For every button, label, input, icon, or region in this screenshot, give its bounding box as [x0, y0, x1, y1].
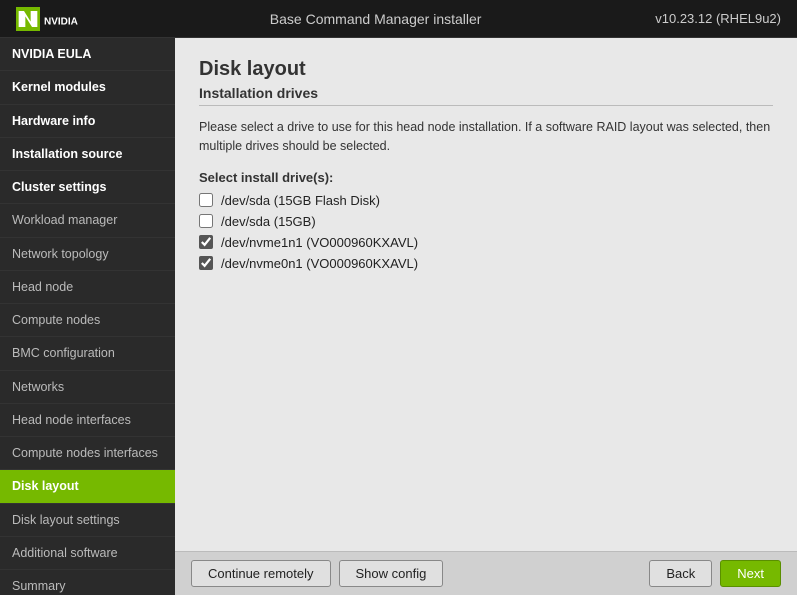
drive-checkbox-nvme0n1[interactable] — [199, 256, 213, 270]
sidebar-item-hardware-info[interactable]: Hardware info — [0, 105, 175, 138]
description-text: Please select a drive to use for this he… — [199, 118, 773, 156]
next-button[interactable]: Next — [720, 560, 781, 587]
nvidia-logo-icon: NVIDIA — [16, 7, 96, 31]
sidebar-item-nvidia-eula[interactable]: NVIDIA EULA — [0, 38, 175, 71]
drive-item-nvme0n1: /dev/nvme0n1 (VO000960KXAVL) — [199, 256, 773, 271]
drive-label-sda: /dev/sda (15GB) — [221, 214, 316, 229]
sidebar-item-kernel-modules[interactable]: Kernel modules — [0, 71, 175, 104]
continue-remotely-button[interactable]: Continue remotely — [191, 560, 331, 587]
header: NVIDIA Base Command Manager installer v1… — [0, 0, 797, 38]
drive-list: /dev/sda (15GB Flash Disk) /dev/sda (15GB… — [199, 193, 773, 271]
sidebar-item-workload-manager[interactable]: Workload manager — [0, 204, 175, 237]
sidebar-item-head-node-interfaces[interactable]: Head node interfaces — [0, 404, 175, 437]
drive-label-sda-flash: /dev/sda (15GB Flash Disk) — [221, 193, 380, 208]
drive-checkbox-nvme1n1[interactable] — [199, 235, 213, 249]
sidebar-item-bmc-configuration[interactable]: BMC configuration — [0, 337, 175, 370]
page-title: Disk layout — [199, 58, 773, 81]
sidebar-item-installation-source[interactable]: Installation source — [0, 138, 175, 171]
back-button[interactable]: Back — [649, 560, 712, 587]
sidebar-item-network-topology[interactable]: Network topology — [0, 238, 175, 271]
sidebar-item-cluster-settings[interactable]: Cluster settings — [0, 171, 175, 204]
sidebar-item-networks[interactable]: Networks — [0, 371, 175, 404]
header-version: v10.23.12 (RHEL9u2) — [655, 11, 781, 26]
drive-item-nvme1n1: /dev/nvme1n1 (VO000960KXAVL) — [199, 235, 773, 250]
drive-checkbox-sda[interactable] — [199, 214, 213, 228]
sidebar: NVIDIA EULAKernel modulesHardware infoIn… — [0, 38, 175, 595]
sidebar-item-summary[interactable]: Summary — [0, 570, 175, 595]
sidebar-item-compute-nodes[interactable]: Compute nodes — [0, 304, 175, 337]
svg-text:NVIDIA: NVIDIA — [44, 16, 78, 27]
logo-area: NVIDIA — [16, 7, 96, 31]
main-layout: NVIDIA EULAKernel modulesHardware infoIn… — [0, 38, 797, 595]
content-inner: Disk layout Installation drives Please s… — [175, 38, 797, 551]
drive-checkbox-sda-flash[interactable] — [199, 193, 213, 207]
drive-item-sda: /dev/sda (15GB) — [199, 214, 773, 229]
sidebar-item-disk-layout-settings[interactable]: Disk layout settings — [0, 504, 175, 537]
section-title: Installation drives — [199, 85, 773, 106]
footer: Continue remotely Show config Back Next — [175, 551, 797, 595]
header-title: Base Command Manager installer — [270, 11, 482, 27]
drive-label-nvme0n1: /dev/nvme0n1 (VO000960KXAVL) — [221, 256, 418, 271]
sidebar-item-head-node[interactable]: Head node — [0, 271, 175, 304]
sidebar-item-disk-layout[interactable]: Disk layout — [0, 470, 175, 503]
select-label: Select install drive(s): — [199, 170, 773, 185]
drive-item-sda-flash: /dev/sda (15GB Flash Disk) — [199, 193, 773, 208]
sidebar-item-compute-nodes-interfaces[interactable]: Compute nodes interfaces — [0, 437, 175, 470]
drive-label-nvme1n1: /dev/nvme1n1 (VO000960KXAVL) — [221, 235, 418, 250]
content-area: Disk layout Installation drives Please s… — [175, 38, 797, 595]
sidebar-item-additional-software[interactable]: Additional software — [0, 537, 175, 570]
show-config-button[interactable]: Show config — [339, 560, 444, 587]
